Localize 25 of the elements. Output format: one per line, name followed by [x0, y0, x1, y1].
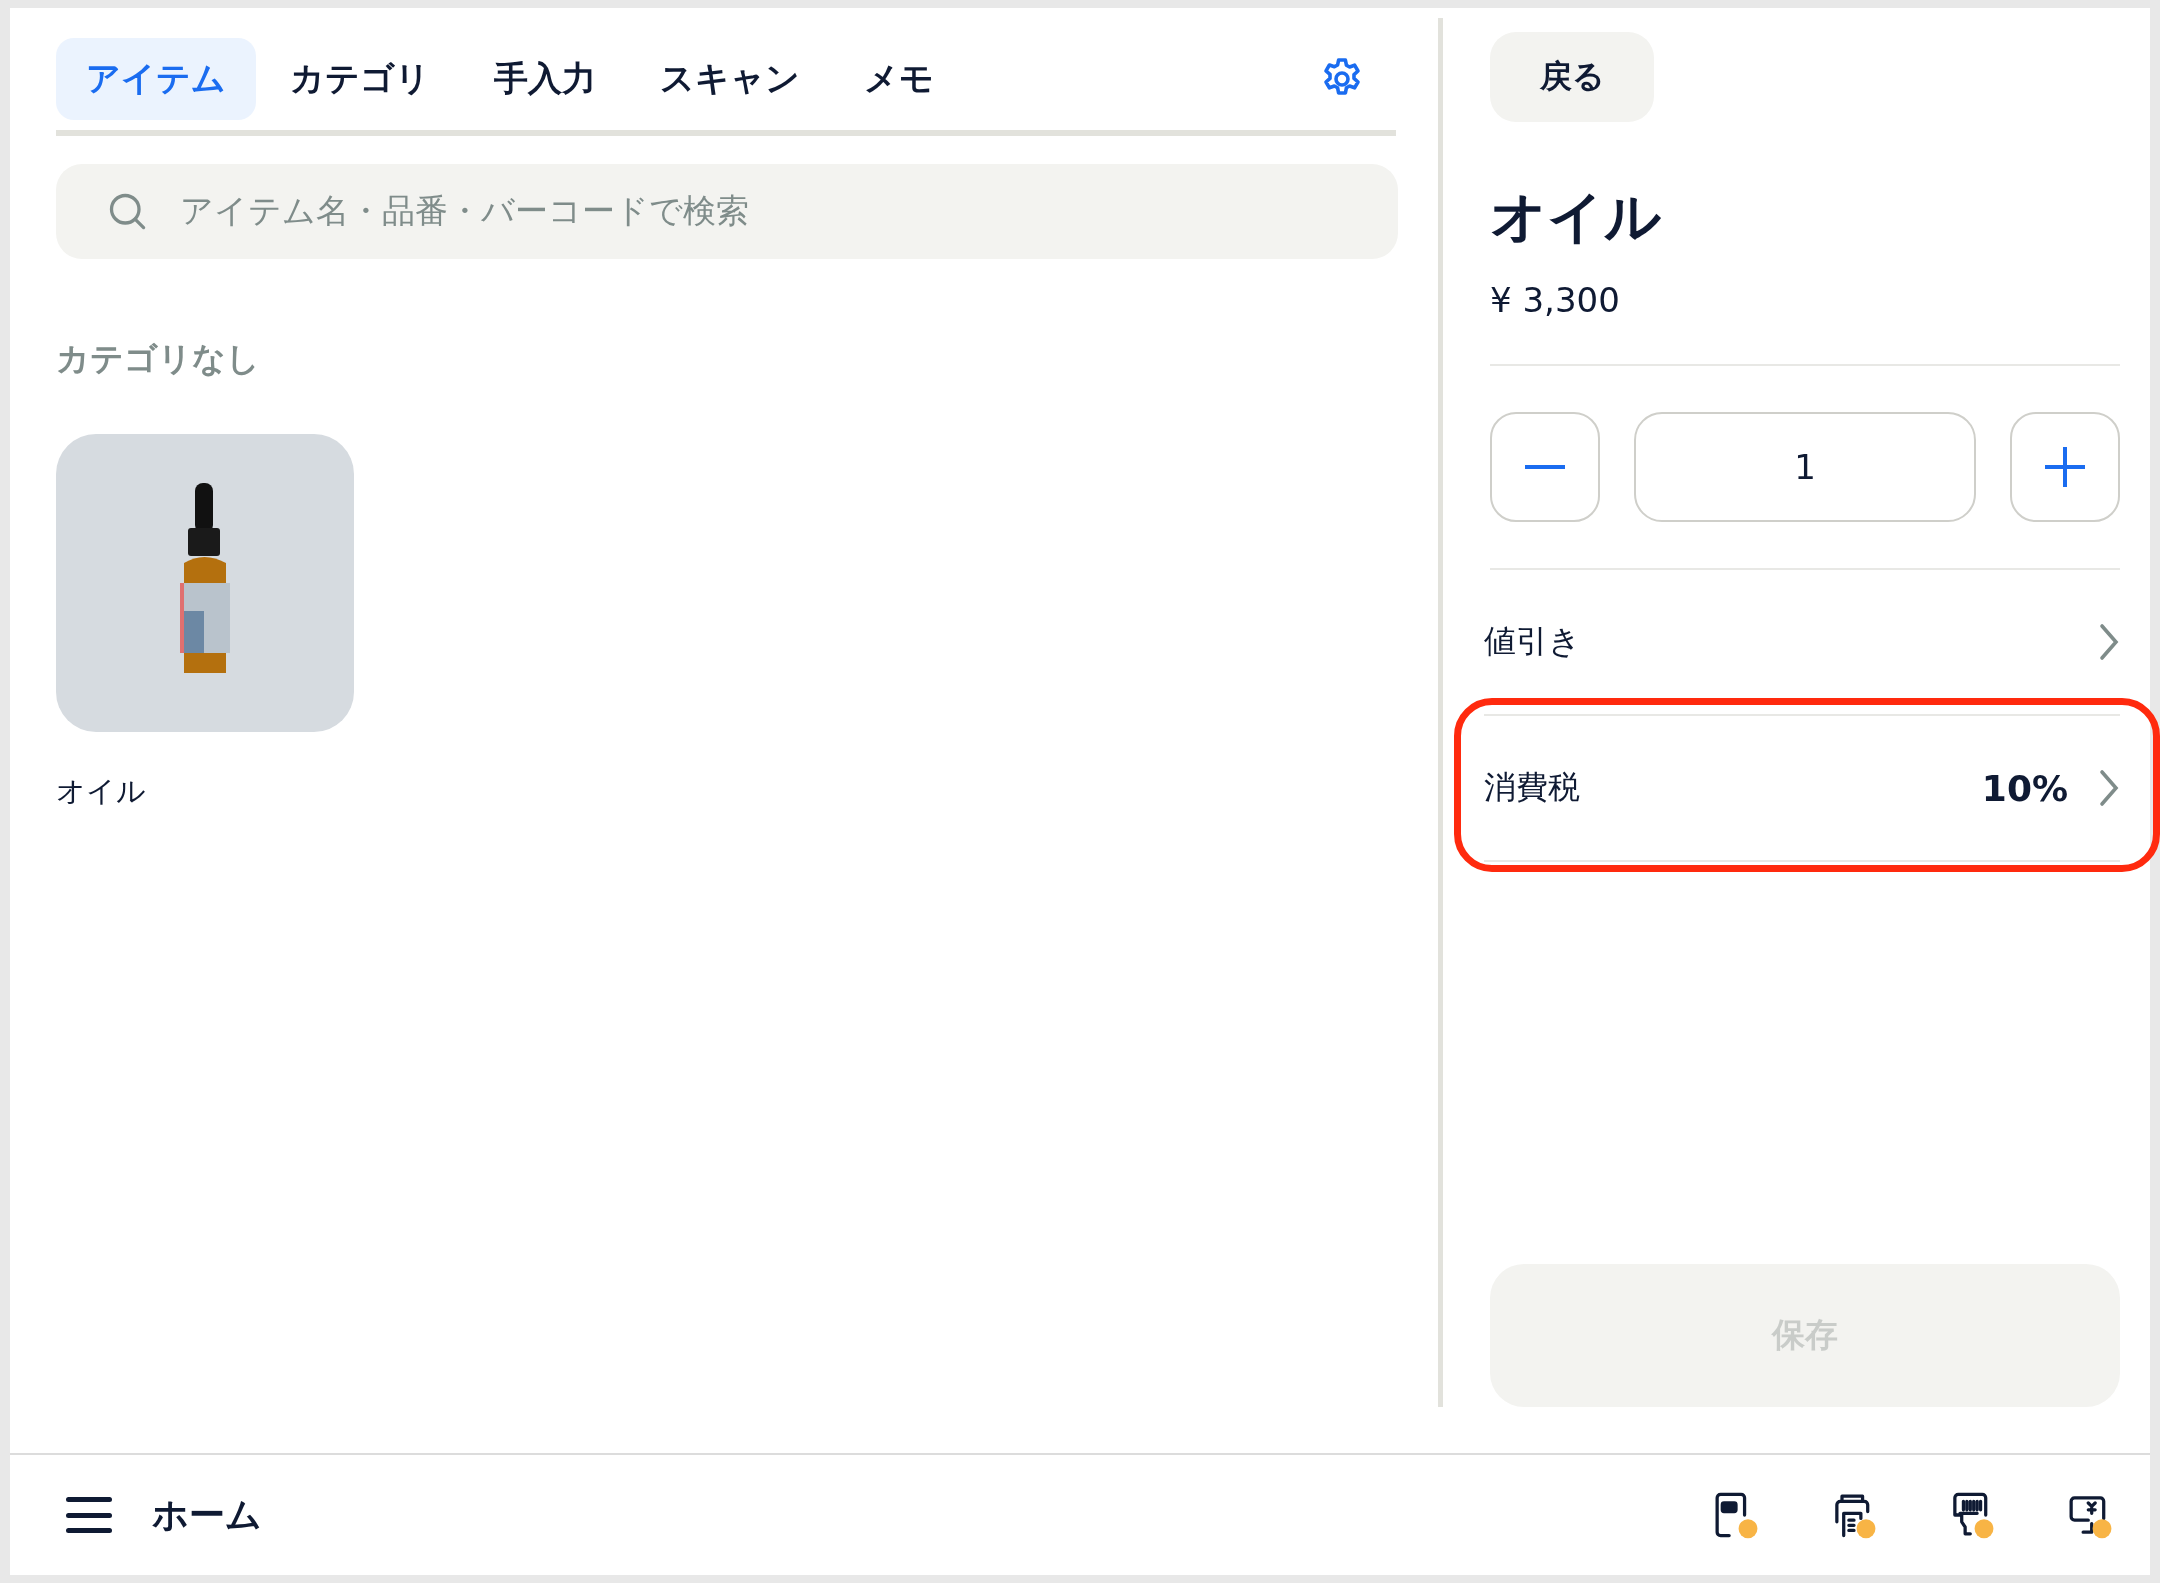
product-photo[interactable] [56, 434, 354, 732]
increment-button[interactable] [2010, 412, 2120, 522]
item-name: オイル [56, 773, 147, 810]
minus-icon [1525, 464, 1565, 470]
back-button[interactable]: 戻る [1490, 32, 1654, 122]
item-title: オイル [1490, 183, 1662, 251]
highlighted-list-row[interactable]: 消費税 10% [1484, 716, 2120, 862]
row-label: 消費税 [1484, 767, 1580, 808]
row-value: 10% [1981, 767, 2068, 809]
plus-icon [2045, 447, 2085, 487]
menu-icon[interactable] [66, 1495, 112, 1535]
tab[interactable]: アイテム [56, 38, 256, 120]
tab[interactable]: メモ [834, 38, 964, 120]
item-price: ¥ 3,300 [1490, 280, 1621, 320]
tab[interactable]: カテゴリ [260, 38, 460, 120]
chevron-right-icon [2098, 622, 2120, 662]
row-label: 値引き [1484, 621, 1581, 662]
quantity-field[interactable]: 1 [1634, 412, 1976, 522]
chevron-right-icon [2098, 768, 2120, 808]
category-heading: カテゴリなし [56, 338, 261, 380]
list-row[interactable]: 値引き [1484, 570, 2120, 716]
screen-title: ホーム [152, 1492, 262, 1537]
tab[interactable]: スキャン [630, 38, 830, 120]
search-placeholder: アイテム名・品番・バーコードで検索 [180, 190, 749, 232]
tab[interactable]: 手入力 [464, 38, 626, 120]
